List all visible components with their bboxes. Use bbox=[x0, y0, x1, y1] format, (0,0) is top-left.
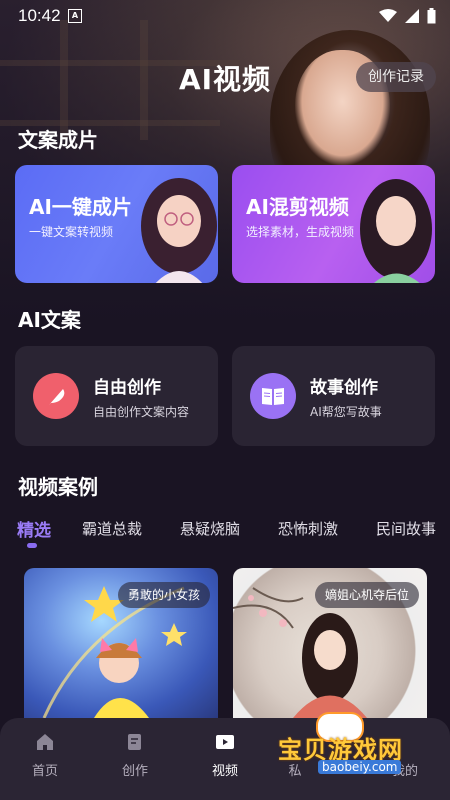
nav-label: 视频 bbox=[211, 764, 238, 779]
tab-featured[interactable]: 精选 bbox=[17, 516, 51, 541]
status-icons bbox=[379, 8, 436, 24]
card-title: AI一键成片 bbox=[29, 195, 132, 219]
story-creation-card[interactable]: 故事创作 AI帮您写故事 bbox=[232, 346, 435, 446]
ai-remix-video-card[interactable]: AI混剪视频 选择素材，生成视频 bbox=[232, 165, 435, 283]
tab-suspense[interactable]: 悬疑烧脑 bbox=[180, 518, 240, 539]
status-time: 10:42 bbox=[18, 6, 61, 25]
card-title: AI混剪视频 bbox=[246, 195, 349, 219]
tab-folk-stories[interactable]: 民间故事 bbox=[376, 518, 436, 539]
book-icon bbox=[250, 373, 296, 419]
case-title-tag: 嫡姐心机夺后位 bbox=[314, 582, 419, 608]
watermark-url: baobeiy.com bbox=[318, 760, 402, 774]
section-title-video-cases: 视频案例 bbox=[18, 475, 98, 499]
section-title-ai-copy: AI文案 bbox=[18, 308, 81, 332]
card-title: 自由创作 bbox=[93, 378, 161, 398]
nav-home[interactable]: 首页 bbox=[10, 732, 80, 779]
card-subtitle: 一键文案转视频 bbox=[29, 225, 114, 239]
creation-record-button[interactable]: 创作记录 bbox=[356, 62, 436, 92]
case-title-tag: 勇敢的小女孩 bbox=[117, 582, 210, 608]
nav-video[interactable]: 视频 bbox=[190, 732, 260, 779]
video-case-card[interactable]: 勇敢的小女孩 bbox=[24, 568, 218, 718]
home-icon bbox=[37, 734, 53, 750]
girl-avatar-illustration bbox=[141, 178, 217, 283]
status-bar: 10:42 A bbox=[0, 0, 450, 32]
card-subtitle: AI帮您写故事 bbox=[310, 405, 382, 419]
nav-label: 创作 bbox=[121, 764, 148, 779]
edit-icon bbox=[128, 734, 141, 750]
tab-domineering-ceo[interactable]: 霸道总裁 bbox=[82, 518, 142, 539]
section-title-copy-video: 文案成片 bbox=[18, 128, 98, 152]
card-subtitle: 自由创作文案内容 bbox=[93, 405, 190, 419]
site-watermark: 宝贝游戏网 baobeiy.com bbox=[272, 712, 442, 782]
feather-icon bbox=[33, 373, 79, 419]
notification-a-icon: A bbox=[68, 9, 82, 23]
video-icon bbox=[216, 735, 234, 749]
girl-avatar-illustration bbox=[360, 179, 432, 283]
card-title: 故事创作 bbox=[310, 378, 378, 398]
wifi-icon bbox=[379, 9, 397, 22]
active-tab-indicator bbox=[27, 543, 37, 548]
tab-horror[interactable]: 恐怖刺激 bbox=[278, 518, 338, 539]
nav-create[interactable]: 创作 bbox=[100, 732, 170, 779]
video-case-card[interactable]: 嫡姐心机夺后位 bbox=[233, 568, 427, 718]
free-creation-card[interactable]: 自由创作 自由创作文案内容 bbox=[15, 346, 218, 446]
signal-icon bbox=[405, 9, 419, 23]
ai-one-click-video-card[interactable]: AI一键成片 一键文案转视频 bbox=[15, 165, 218, 283]
nav-label: 首页 bbox=[31, 764, 58, 779]
card-subtitle: 选择素材，生成视频 bbox=[246, 225, 355, 239]
battery-icon bbox=[427, 8, 436, 24]
case-category-tabs: 精选 霸道总裁 悬疑烧脑 恐怖刺激 民间故事 bbox=[0, 518, 450, 548]
